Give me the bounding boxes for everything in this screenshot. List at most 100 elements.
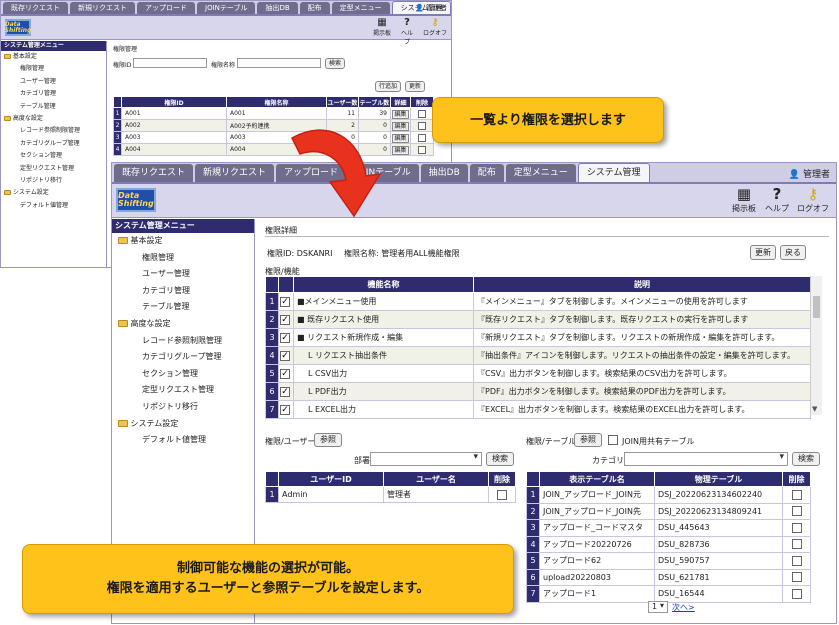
delete-checkbox[interactable] <box>782 519 811 537</box>
table-row[interactable]: 2 JOIN_アップロード_JOIN先 DSJ_2022062313480924… <box>526 502 811 520</box>
function-checkbox[interactable]: ✓ <box>278 400 294 419</box>
delete-checkbox[interactable] <box>410 119 434 132</box>
function-table-scrollbar[interactable]: ▼ <box>810 276 822 415</box>
table-ref-button[interactable]: 参照 <box>574 433 602 447</box>
table-row[interactable]: 3 アップロード_コードマスタ DSU_445643 <box>526 519 811 537</box>
back-group-basic[interactable]: 基本設定 <box>4 51 106 63</box>
back-update-button[interactable]: 更新 <box>405 81 425 92</box>
function-checkbox[interactable]: ✓ <box>278 328 294 347</box>
back-tab-join[interactable]: JOINテーブル <box>197 2 256 14</box>
tab-new-request[interactable]: 新規リクエスト <box>195 164 275 182</box>
tab-existing-request[interactable]: 既存リクエスト <box>114 164 194 182</box>
dept-search-button[interactable]: 検索 <box>486 452 514 466</box>
cell-id[interactable]: A002 <box>121 119 227 132</box>
function-checkbox[interactable]: ✓ <box>278 346 294 365</box>
back-help-button[interactable]: ? ヘルプ <box>399 17 415 46</box>
sidebar-item-section[interactable]: セクション管理 <box>118 366 254 383</box>
table-row[interactable]: 1 JOIN_アップロード_JOIN元 DSJ_2022062313460224… <box>526 486 811 504</box>
table-row[interactable]: 6 upload20220803 DSU_621781 <box>526 568 811 586</box>
sidebar-group-basic[interactable]: 基本設定 <box>118 233 254 250</box>
user-ref-button[interactable]: 参照 <box>314 433 342 447</box>
delete-checkbox[interactable] <box>410 107 434 120</box>
edit-button[interactable]: 編集 <box>390 119 411 132</box>
back-search-id-input[interactable] <box>133 58 207 68</box>
edit-button[interactable]: 編集 <box>390 143 411 156</box>
back-item-user[interactable]: ユーザー管理 <box>4 76 106 88</box>
dept-select[interactable] <box>370 452 482 466</box>
table-row[interactable]: 1 ✓ ■メインメニュー使用 『メインメニュー』タブを制御します。メインメニュー… <box>265 292 811 311</box>
back-button[interactable]: 戻る <box>780 245 806 260</box>
sidebar-group-system[interactable]: システム設定 <box>118 416 254 433</box>
function-checkbox[interactable]: ✓ <box>278 382 294 401</box>
back-search-button[interactable]: 検索 <box>325 58 345 69</box>
back-tab-extract[interactable]: 抽出DB <box>257 2 298 14</box>
table-row[interactable]: 7 アップロード1 DSU_16544 <box>526 585 811 603</box>
delete-checkbox[interactable] <box>488 486 516 503</box>
function-checkbox[interactable]: ✓ <box>278 364 294 383</box>
sidebar-item-category[interactable]: カテゴリ管理 <box>118 283 254 300</box>
sidebar-item-table[interactable]: テーブル管理 <box>118 299 254 316</box>
page-select[interactable]: 1 <box>648 601 668 613</box>
cell-id[interactable]: A004 <box>121 143 227 156</box>
tab-extract-db[interactable]: 抽出DB <box>420 164 468 182</box>
delete-checkbox[interactable] <box>782 585 811 603</box>
sidebar-item-category-group[interactable]: カテゴリグループ管理 <box>118 349 254 366</box>
function-checkbox[interactable]: ✓ <box>278 310 294 329</box>
back-item-section[interactable]: セクション管理 <box>4 150 106 162</box>
back-search-name-input[interactable] <box>237 58 321 68</box>
delete-checkbox[interactable] <box>410 143 434 156</box>
back-tab-template[interactable]: 定型メニュー <box>331 2 390 14</box>
back-item-default[interactable]: デフォルト値管理 <box>4 200 106 212</box>
back-item-repo[interactable]: リポジトリ移行 <box>4 175 106 187</box>
next-page-link[interactable]: 次へ> <box>672 602 695 613</box>
category-select[interactable] <box>624 452 788 466</box>
table-row[interactable]: 2 ✓ ■ 既存リクエスト使用 『既存リクエスト』タブを制御します。既存リクエス… <box>265 310 811 329</box>
back-logout-button[interactable]: ⚷ ログオフ <box>423 17 447 37</box>
delete-checkbox[interactable] <box>782 568 811 586</box>
delete-checkbox[interactable] <box>410 131 434 144</box>
delete-checkbox[interactable] <box>782 552 811 570</box>
scrollbar-thumb[interactable] <box>813 296 820 318</box>
delete-checkbox[interactable] <box>782 486 811 504</box>
tab-distribute[interactable]: 配布 <box>469 164 504 182</box>
back-item-template[interactable]: 定型リクエスト管理 <box>4 163 106 175</box>
table-row[interactable]: 5 ✓ L CSV出力 『CSV』出力ボタンを制御します。検索結果のCSV出力を… <box>265 364 811 383</box>
back-group-advanced[interactable]: 高度な設定 <box>4 113 106 125</box>
back-item-permission[interactable]: 権限管理 <box>4 63 106 75</box>
edit-button[interactable]: 編集 <box>390 107 411 120</box>
sidebar-item-record-limit[interactable]: レコード参照制限管理 <box>118 333 254 350</box>
sidebar-item-permission[interactable]: 権限管理 <box>118 250 254 267</box>
back-board-button[interactable]: ▦ 掲示板 <box>373 17 391 37</box>
table-row[interactable]: 4 アップロード20220726 DSU_828736 <box>526 535 811 553</box>
update-button[interactable]: 更新 <box>750 245 776 260</box>
logout-button[interactable]: ⚷ ログオフ <box>796 186 830 214</box>
cell-id[interactable]: A001 <box>121 107 227 120</box>
sidebar-group-advanced[interactable]: 高度な設定 <box>118 316 254 333</box>
sidebar-item-user[interactable]: ユーザー管理 <box>118 266 254 283</box>
table-row[interactable]: 3 ✓ ■ リクエスト新規作成・編集 『新規リクエスト』タブを制御します。リクエ… <box>265 328 811 347</box>
function-checkbox[interactable]: ✓ <box>278 292 294 311</box>
sidebar-item-default[interactable]: デフォルト値管理 <box>118 432 254 449</box>
tab-system-admin[interactable]: システム管理 <box>577 163 650 182</box>
delete-checkbox[interactable] <box>782 502 811 520</box>
back-tab-new[interactable]: 新規リクエスト <box>70 2 135 14</box>
back-item-catgroup[interactable]: カテゴリグループ管理 <box>4 138 106 150</box>
back-item-record[interactable]: レコード参照制限管理 <box>4 125 106 137</box>
chevron-down-icon[interactable]: ▼ <box>812 405 817 413</box>
board-button[interactable]: ▦ 掲示板 <box>730 186 758 214</box>
edit-button[interactable]: 編集 <box>390 131 411 144</box>
table-row[interactable]: 7 ✓ L EXCEL出力 『EXCEL』出力ボタンを制御します。検索結果のEX… <box>265 400 811 419</box>
back-item-table[interactable]: テーブル管理 <box>4 101 106 113</box>
help-button[interactable]: ? ヘルプ <box>764 186 790 214</box>
join-shared-checkbox[interactable] <box>608 435 618 445</box>
table-row[interactable]: 1 Admin 管理者 <box>265 486 516 503</box>
back-item-category[interactable]: カテゴリ管理 <box>4 88 106 100</box>
table-row[interactable]: 5 アップロード62 DSU_590757 <box>526 552 811 570</box>
sidebar-item-repository[interactable]: リポジトリ移行 <box>118 399 254 416</box>
back-tab-distribute[interactable]: 配布 <box>299 2 330 14</box>
tab-template-menu[interactable]: 定型メニュー <box>505 164 576 182</box>
table-row[interactable]: 4 ✓ L リクエスト抽出条件 『抽出条件』アイコンを制御します。リクエストの抽… <box>265 346 811 365</box>
back-group-system[interactable]: システム設定 <box>4 187 106 199</box>
sidebar-item-template-request[interactable]: 定型リクエスト管理 <box>118 382 254 399</box>
delete-checkbox[interactable] <box>782 535 811 553</box>
